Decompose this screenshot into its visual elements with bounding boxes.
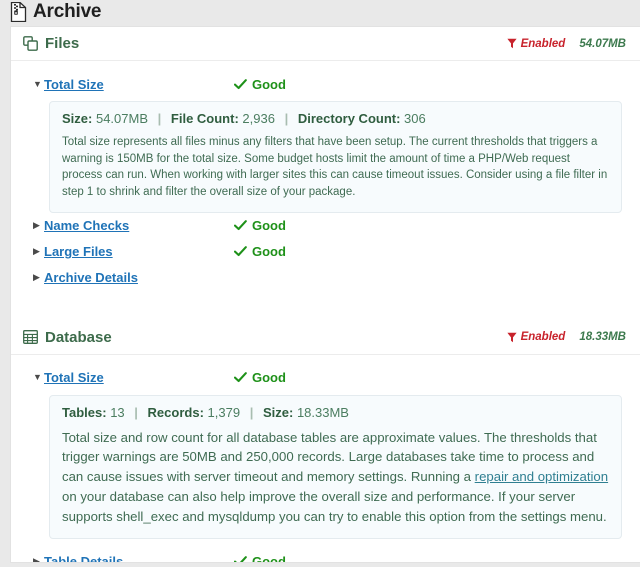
link-repair-and-optimization[interactable]: repair and optimization (475, 469, 608, 484)
status-text-database-total-size: Good (252, 370, 286, 386)
stat-value-size: 54.07MB (95, 111, 149, 126)
description-text: Total size represents all files minus an… (62, 136, 608, 199)
row-spacer (11, 539, 640, 549)
status-badge-database-total-size: Good (234, 370, 286, 385)
link-database-total-size[interactable]: Total Size (44, 370, 234, 385)
link-database-table-details[interactable]: Table Details (44, 554, 234, 562)
stat-value-tables: 13 (110, 404, 125, 420)
section-body-database: ▼ Total Size Good Tables: 13 | Records: … (11, 355, 640, 563)
filter-status-label-files: Enabled (520, 37, 566, 50)
stat-label-file-count: File Count: (170, 111, 239, 126)
status-badge-files-large-files: Good (234, 244, 286, 259)
status-text-files-total-size: Good (252, 76, 286, 92)
check-icon (234, 372, 247, 383)
chevron-right-icon[interactable]: ▶ (33, 273, 44, 282)
row-database-table-details[interactable]: ▶ Table Details Good (11, 549, 640, 563)
filter-status-database: Enabled (506, 331, 566, 344)
row-files-name-checks[interactable]: ▶ Name Checks Good (11, 213, 640, 239)
description-text-after: on your database can also help improve t… (62, 489, 607, 524)
page-title: Archive (0, 0, 640, 26)
section-name-database: Database (45, 328, 112, 346)
filter-status-label-database: Enabled (520, 331, 566, 344)
check-icon (234, 556, 247, 562)
link-files-name-checks[interactable]: Name Checks (44, 218, 234, 233)
detail-box-files-total-size: Size: 54.07MB | File Count: 2,936 | Dire… (49, 101, 622, 213)
stat-value-file-count: 2,936 (242, 111, 275, 126)
stat-label-directory-count: Directory Count: (297, 111, 401, 126)
check-icon (234, 78, 247, 90)
funnel-icon (506, 38, 517, 49)
stat-label-records: Records: (147, 404, 204, 420)
stat-separator: | (249, 404, 254, 420)
status-text-files-large-files: Good (252, 244, 286, 260)
link-files-archive-details[interactable]: Archive Details (44, 270, 234, 285)
detail-box-database-total-size: Tables: 13 | Records: 1,379 | Size: 18.3… (49, 394, 622, 539)
check-icon (234, 220, 247, 231)
description-database-total-size: Total size and row count for all databas… (62, 428, 609, 527)
status-badge-files-name-checks: Good (234, 218, 286, 233)
stat-label-size: Size: (62, 111, 93, 126)
status-text-database-table-details: Good (252, 554, 286, 563)
row-database-total-size[interactable]: ▼ Total Size Good (11, 365, 640, 391)
stat-separator: | (157, 111, 162, 126)
stat-label-size: Size: (262, 404, 294, 420)
status-badge-files-total-size: Good (234, 77, 286, 92)
chevron-right-icon[interactable]: ▶ (33, 221, 44, 230)
section-meta-files: Enabled 54.07MB (506, 37, 626, 50)
files-copy-icon (23, 36, 38, 51)
file-archive-icon (10, 2, 27, 22)
section-header-files: Files Enabled 54.07MB (11, 27, 640, 61)
funnel-icon (506, 332, 517, 343)
status-text-files-name-checks: Good (252, 218, 286, 234)
section-meta-database: Enabled 18.33MB (506, 331, 626, 344)
chevron-right-icon[interactable]: ▶ (33, 557, 44, 562)
section-title-files: Files (23, 35, 79, 52)
link-files-large-files[interactable]: Large Files (44, 244, 234, 259)
section-size-files: 54.07MB (579, 37, 626, 50)
section-size-database: 18.33MB (579, 331, 626, 344)
row-files-archive-details[interactable]: ▶ Archive Details (11, 265, 640, 291)
stat-separator: | (284, 111, 289, 126)
description-files-total-size: Total size represents all files minus an… (62, 134, 609, 201)
stat-separator: | (134, 404, 138, 420)
table-grid-icon (23, 330, 38, 345)
stats-line-files: Size: 54.07MB | File Count: 2,936 | Dire… (62, 111, 609, 126)
chevron-down-icon[interactable]: ▼ (33, 79, 44, 89)
archive-report-card: Files Enabled 54.07MB ▼ Total Size Good … (10, 26, 640, 563)
chevron-down-icon[interactable]: ▼ (33, 373, 44, 382)
filter-status-files: Enabled (506, 37, 566, 50)
row-files-total-size[interactable]: ▼ Total Size Good (11, 71, 640, 97)
link-files-total-size[interactable]: Total Size (44, 77, 234, 92)
status-badge-database-table-details: Good (234, 554, 286, 563)
section-title-database: Database (23, 329, 112, 346)
stat-value-size: 18.33MB (296, 404, 349, 420)
stat-value-directory-count: 306 (404, 111, 426, 126)
row-files-large-files[interactable]: ▶ Large Files Good (11, 239, 640, 265)
section-name-files: Files (45, 35, 80, 52)
page-title-text: Archive (33, 1, 102, 22)
section-body-files: ▼ Total Size Good Size: 54.07MB | File C… (11, 61, 640, 291)
chevron-right-icon[interactable]: ▶ (33, 247, 44, 256)
stat-value-records: 1,379 (207, 404, 241, 420)
section-header-database: Database Enabled 18.33MB (11, 321, 640, 355)
check-icon (234, 246, 247, 257)
stat-label-tables: Tables: (62, 404, 107, 420)
stats-line-database: Tables: 13 | Records: 1,379 | Size: 18.3… (62, 405, 609, 420)
